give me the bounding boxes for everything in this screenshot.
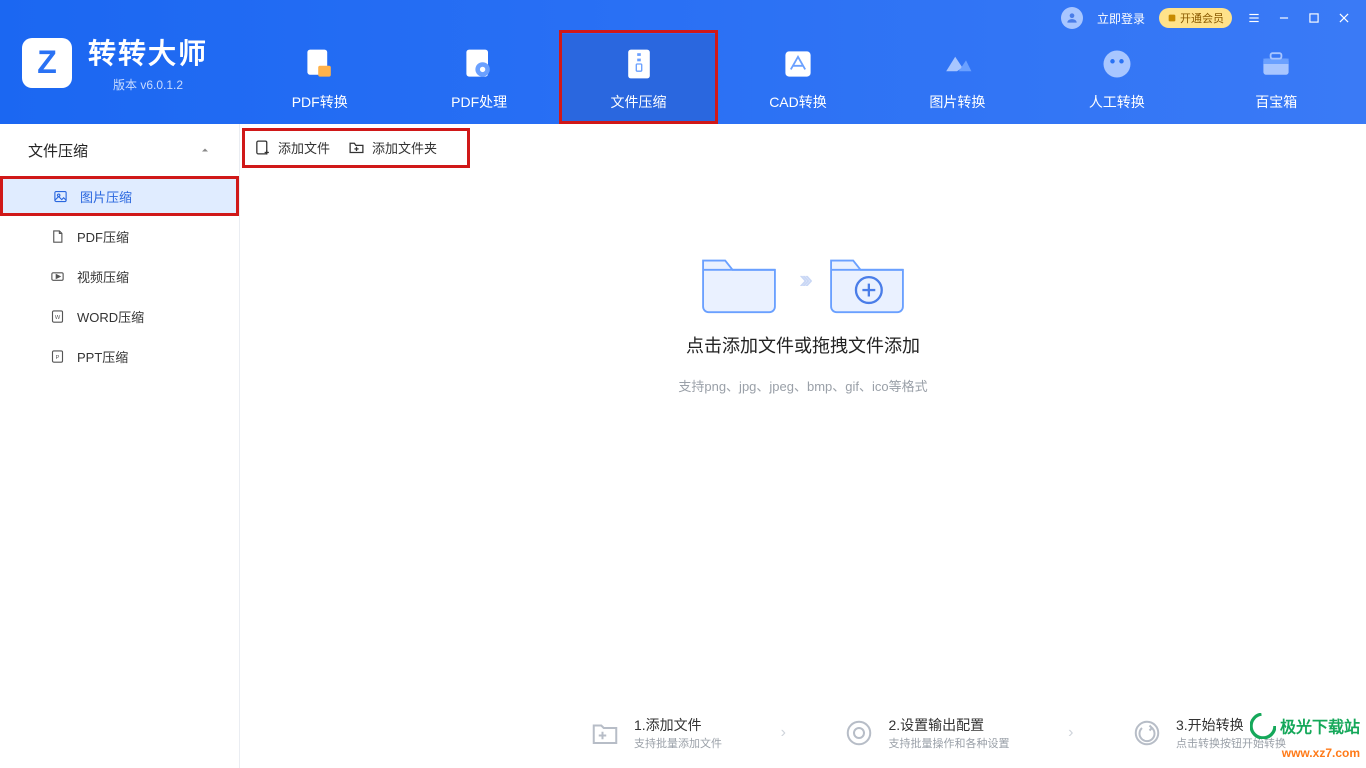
nav-manual-convert[interactable]: 人工转换 [1037, 34, 1196, 124]
nav-image-convert[interactable]: 图片转换 [878, 34, 1037, 124]
drop-graphic: ››› [697, 244, 909, 314]
step-add-icon [590, 718, 620, 748]
add-file-label: 添加文件 [278, 138, 330, 157]
folder-add-icon [825, 244, 909, 314]
sidebar-item-video-compress[interactable]: 视频压缩 [0, 256, 239, 296]
file-compress-icon [621, 46, 657, 82]
nav-pdf-process[interactable]: PDF处理 [399, 34, 558, 124]
close-icon[interactable] [1336, 10, 1352, 26]
menu-icon[interactable] [1246, 10, 1262, 26]
nav-pdf-convert[interactable]: PDF转换 [240, 34, 399, 124]
watermark-icon [1250, 713, 1276, 739]
sidebar-item-label: 视频压缩 [77, 267, 129, 286]
titlebar: 立即登录 开通会员 [0, 0, 1366, 30]
cad-convert-icon [780, 46, 816, 82]
maximize-icon[interactable] [1306, 10, 1322, 26]
logo-icon: Z [22, 38, 72, 88]
add-folder-label: 添加文件夹 [372, 138, 437, 157]
nav-label: CAD转换 [769, 92, 827, 112]
folder-icon [697, 244, 781, 314]
video-icon [50, 269, 65, 284]
pdf-process-icon [461, 46, 497, 82]
arrows-icon: ››› [799, 264, 807, 295]
nav-cad-convert[interactable]: CAD转换 [718, 34, 877, 124]
chevron-up-icon [199, 144, 211, 156]
pdf-convert-icon [302, 46, 338, 82]
logo-area: Z 转转大师 版本 v6.0.1.2 [22, 32, 208, 93]
sidebar-item-label: PPT压缩 [77, 347, 128, 366]
svg-text:W: W [55, 315, 61, 321]
watermark-url: www.xz7.com [1282, 746, 1360, 760]
sidebar-item-image-compress[interactable]: 图片压缩 [0, 176, 239, 216]
minimize-icon[interactable] [1276, 10, 1292, 26]
nav-label: 人工转换 [1089, 92, 1145, 112]
word-icon: W [50, 309, 65, 324]
nav-toolbox[interactable]: 百宝箱 [1197, 34, 1356, 124]
login-link[interactable]: 立即登录 [1097, 10, 1145, 27]
image-icon [53, 189, 68, 204]
chevron-right-icon: › [781, 724, 786, 742]
nav-file-compress[interactable]: 文件压缩 [559, 34, 718, 124]
step-settings-icon [844, 718, 874, 748]
pdf-icon [50, 229, 65, 244]
chevron-right-icon: › [1068, 724, 1073, 742]
step-1: 1.添加文件 支持批量添加文件 [590, 715, 722, 751]
sidebar: 文件压缩 图片压缩 PDF压缩 视频压缩 W WORD压缩 P PPT压缩 [0, 124, 240, 768]
ppt-icon: P [50, 349, 65, 364]
sidebar-item-ppt-compress[interactable]: P PPT压缩 [0, 336, 239, 376]
step-start-icon [1132, 718, 1162, 748]
watermark: 极光下载站 www.xz7.com [1250, 713, 1360, 762]
vip-label: 开通会员 [1180, 10, 1224, 26]
step-2: 2.设置输出配置 支持批量操作和各种设置 [844, 715, 1009, 751]
sidebar-item-label: PDF压缩 [77, 227, 129, 246]
nav-label: PDF转换 [292, 92, 348, 112]
step-title: 1.添加文件 [634, 715, 722, 735]
toolbox-icon [1258, 46, 1294, 82]
toolbar: 添加文件 添加文件夹 [240, 124, 1366, 170]
sidebar-item-label: WORD压缩 [77, 307, 144, 326]
sidebar-item-word-compress[interactable]: W WORD压缩 [0, 296, 239, 336]
body: 文件压缩 图片压缩 PDF压缩 视频压缩 W WORD压缩 P PPT压缩 添 [0, 124, 1366, 768]
sidebar-title: 文件压缩 [28, 140, 88, 161]
vip-badge[interactable]: 开通会员 [1159, 8, 1232, 28]
watermark-text: 极光下载站 [1280, 720, 1360, 737]
main-panel: 添加文件 添加文件夹 ››› 点击添加文件或拖拽文件添加 支持png、jpg、j… [240, 124, 1366, 768]
avatar-icon[interactable] [1061, 7, 1083, 29]
image-convert-icon [939, 46, 975, 82]
step-title: 2.设置输出配置 [888, 715, 1009, 735]
drop-title: 点击添加文件或拖拽文件添加 [686, 332, 920, 358]
drop-subtitle: 支持png、jpg、jpeg、bmp、gif、ico等格式 [678, 376, 927, 395]
steps-bar: 1.添加文件 支持批量添加文件 › 2.设置输出配置 支持批量操作和各种设置 ›… [540, 704, 1336, 762]
app-name: 转转大师 [88, 32, 208, 72]
nav-label: 百宝箱 [1255, 92, 1297, 112]
nav-label: 图片转换 [929, 92, 985, 112]
main-nav: PDF转换 PDF处理 文件压缩 CAD转换 图片转换 [240, 34, 1356, 124]
sidebar-item-label: 图片压缩 [80, 187, 132, 206]
add-folder-icon [348, 139, 365, 156]
drop-area[interactable]: ››› 点击添加文件或拖拽文件添加 支持png、jpg、jpeg、bmp、gif… [240, 244, 1366, 395]
step-sub: 支持批量操作和各种设置 [888, 735, 1009, 751]
app-version: 版本 v6.0.1.2 [88, 76, 208, 93]
nav-label: 文件压缩 [611, 92, 667, 112]
add-file-icon [254, 139, 271, 156]
nav-label: PDF处理 [451, 92, 507, 112]
sidebar-item-pdf-compress[interactable]: PDF压缩 [0, 216, 239, 256]
app-header: 立即登录 开通会员 Z 转转大师 版本 v6.0.1.2 [0, 0, 1366, 124]
add-folder-button[interactable]: 添加文件夹 [348, 138, 437, 157]
step-sub: 支持批量添加文件 [634, 735, 722, 751]
manual-convert-icon [1099, 46, 1135, 82]
sidebar-header[interactable]: 文件压缩 [0, 124, 239, 176]
add-file-button[interactable]: 添加文件 [254, 138, 330, 157]
svg-text:P: P [56, 355, 60, 361]
